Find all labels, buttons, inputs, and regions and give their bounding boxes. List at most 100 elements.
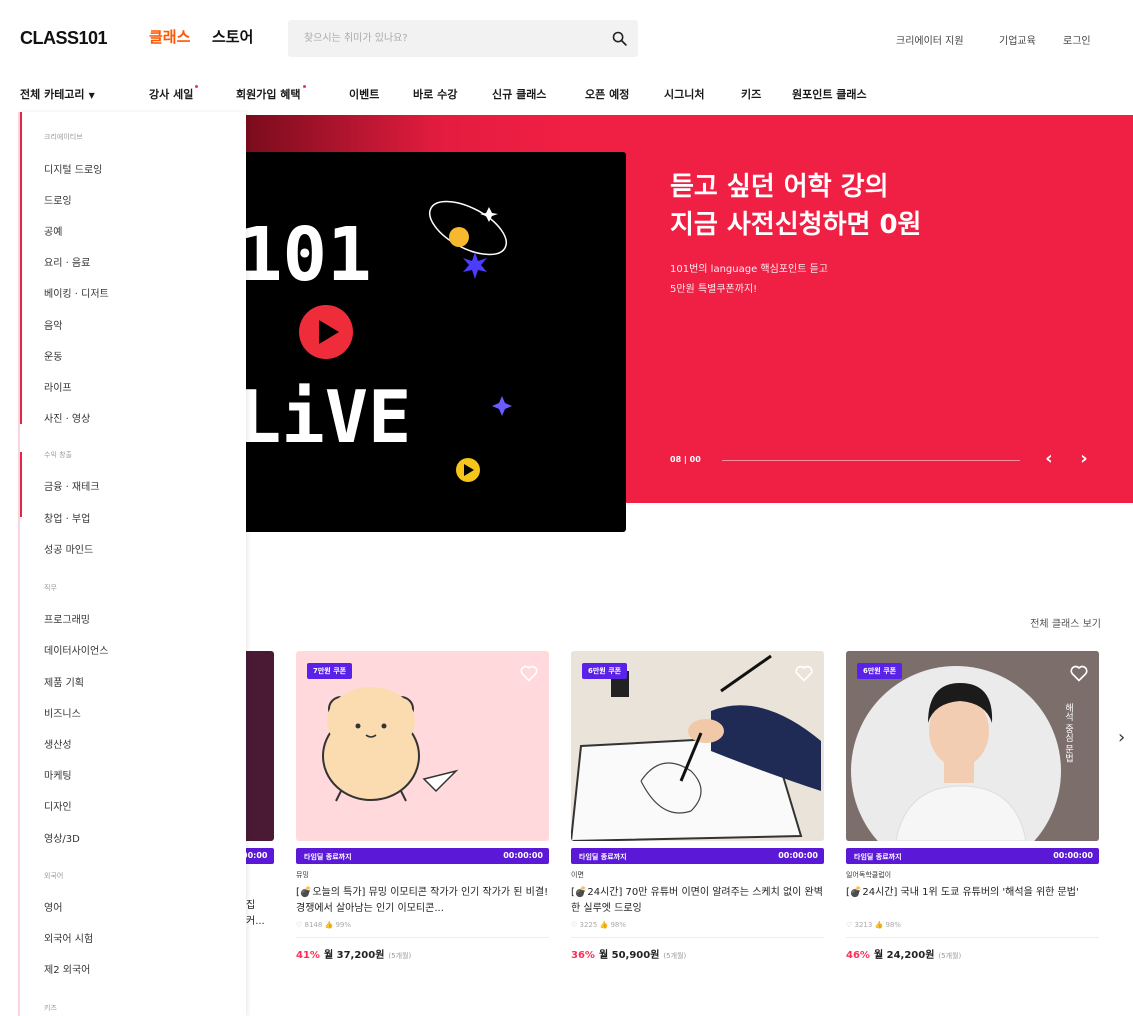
dropdown-item[interactable]: 음악: [44, 317, 62, 332]
dropdown-item[interactable]: 베이킹 · 디저트: [44, 285, 109, 300]
portrait-illustration: 해석 중심 문법: [846, 651, 1099, 841]
heart-icon[interactable]: [1069, 663, 1089, 683]
timedeal-bar: 타임딜 종료까지 00:00:00: [571, 848, 824, 864]
nav-item-event[interactable]: 이벤트: [349, 86, 379, 102]
partial-timer: 00:00: [242, 848, 274, 864]
class-stats: ♡ 3213 👍 98%: [846, 921, 902, 929]
dropdown-item[interactable]: 외국어 시험: [44, 930, 93, 945]
dropdown-item[interactable]: 디자인: [44, 798, 72, 813]
login-link[interactable]: 로그인: [1063, 32, 1091, 47]
dropdown-item[interactable]: 창업 · 부업: [44, 510, 90, 525]
hero-slide-counter: 08 | 00: [670, 455, 701, 464]
nav-item-instructor-sale[interactable]: 강사 세일: [149, 85, 199, 102]
group-label-language: 외국어: [44, 872, 64, 880]
class-stats: ♡ 3225 👍 98%: [571, 921, 627, 929]
dropdown-item[interactable]: 제2 외국어: [44, 961, 90, 976]
category-nav: 전체 카테고리 ▼ 강사 세일 회원가입 혜택 이벤트 바로 수강 신규 클래스 …: [0, 80, 1133, 110]
nav-item-instant[interactable]: 바로 수강: [413, 86, 457, 102]
tab-store[interactable]: 스토어: [212, 26, 253, 47]
coupon-badge: 7만원 쿠폰: [307, 663, 353, 679]
partial-class-card[interactable]: [246, 651, 274, 841]
partial-title-2: 커...: [246, 916, 265, 927]
divider: [296, 937, 549, 938]
group-label-revenue: 수익 창출: [44, 451, 72, 459]
dropdown-item[interactable]: 공예: [44, 223, 62, 238]
dropdown-item[interactable]: 생산성: [44, 736, 72, 751]
dropdown-item[interactable]: 운동: [44, 348, 62, 363]
dropdown-item[interactable]: 사진 · 영상: [44, 410, 90, 425]
nav-item-new[interactable]: 신규 클래스: [492, 86, 546, 102]
creator-support-link[interactable]: 크리에이터 지원: [896, 32, 964, 47]
carousel-next-button[interactable]: ›: [1118, 727, 1125, 748]
dropdown-item[interactable]: 성공 마인드: [44, 541, 93, 556]
tab-class[interactable]: 클래스: [149, 26, 190, 47]
category-dropdown: 크리에이티브 디지털 드로잉 드로잉 공예 요리 · 음료 베이킹 · 디저트 …: [18, 112, 246, 1016]
heart-icon[interactable]: [519, 663, 539, 683]
creator-name: 뮤밍: [296, 871, 309, 879]
svg-text:LiVE: LiVE: [246, 375, 411, 459]
corporate-education-link[interactable]: 기업교육: [999, 32, 1036, 47]
dropdown-item[interactable]: 라이프: [44, 379, 72, 394]
caret-down-icon: ▼: [88, 91, 95, 100]
dropdown-accent-bar: [20, 112, 22, 424]
divider: [846, 937, 1099, 938]
dropdown-item[interactable]: 영어: [44, 899, 62, 914]
hero-progress-track: [722, 460, 1020, 461]
svg-text:해석 중심 문법: 해석 중심 문법: [1063, 703, 1073, 763]
bear-illustration: [322, 687, 459, 802]
dropdown-item[interactable]: 드로잉: [44, 192, 72, 207]
class-card[interactable]: 해석 중심 문법 6만원 쿠폰 타임딜 종료까지 00:00:00 일어독학클럽…: [846, 651, 1099, 961]
class-card-image[interactable]: 6만원 쿠폰: [571, 651, 824, 841]
logo[interactable]: CLASS101: [20, 28, 108, 49]
class-card[interactable]: 6만원 쿠폰 타임딜 종료까지 00:00:00 이면 [💣24시간] 70만 …: [571, 651, 824, 961]
dropdown-item[interactable]: 비즈니스: [44, 705, 81, 720]
header: CLASS101 클래스 스토어 크리에이터 지원 기업교육 로그인: [0, 0, 1133, 78]
dropdown-accent-bar: [20, 452, 22, 517]
timedeal-bar: 타임딜 종료까지 00:00:00: [846, 848, 1099, 864]
class-title[interactable]: [💣오늘의 특가] 뮤밍 이모티콘 작가가 인기 작가가 된 비결! 경쟁에서 …: [296, 885, 549, 917]
heart-icon[interactable]: [794, 663, 814, 683]
hero-subtitle: 101번의 language 핵심포인트 듣고 5만원 특별쿠폰까지!: [670, 264, 828, 295]
coupon-badge: 6만원 쿠폰: [582, 663, 628, 679]
hero-prev-button[interactable]: ‹: [1038, 448, 1060, 472]
class-card-image[interactable]: 해석 중심 문법 6만원 쿠폰: [846, 651, 1099, 841]
all-categories-button[interactable]: 전체 카테고리 ▼: [20, 86, 95, 102]
nav-item-signature[interactable]: 시그니처: [664, 86, 704, 102]
search-box: [288, 20, 638, 57]
group-label-job: 직무: [44, 584, 57, 592]
hero-image[interactable]: 101 LiVE: [246, 152, 626, 532]
dropdown-item[interactable]: 데이터사이언스: [44, 642, 108, 657]
dropdown-item[interactable]: 마케팅: [44, 767, 72, 782]
timedeal-bar: 타임딜 종료까지 00:00:00: [296, 848, 549, 864]
nav-item-kids[interactable]: 키즈: [741, 86, 761, 102]
dropdown-item[interactable]: 금융 · 재테크: [44, 478, 100, 493]
dropdown-item[interactable]: 요리 · 음료: [44, 254, 90, 269]
new-dot: [302, 85, 306, 88]
class-stats: ♡ 8148 👍 99%: [296, 921, 352, 929]
dropdown-item[interactable]: 프로그래밍: [44, 611, 90, 626]
search-input[interactable]: [288, 20, 588, 57]
divider: [571, 937, 824, 938]
dropdown-item[interactable]: 디지털 드로잉: [44, 161, 102, 176]
partial-title-1: 집: [246, 900, 256, 911]
sketch-illustration: [571, 651, 824, 841]
class-title[interactable]: [💣24시간] 70만 유튜버 이면이 알려주는 스케치 없이 완벽한 실루엣 …: [571, 885, 824, 917]
svg-text:101: 101: [246, 212, 372, 298]
class-title[interactable]: [💣24시간] 국내 1위 도쿄 유튜버의 '해석을 위한 문법': [846, 885, 1099, 917]
search-icon[interactable]: [611, 30, 628, 47]
group-label-creative: 크리에이티브: [44, 133, 83, 141]
nav-item-signup-benefit[interactable]: 회원가입 혜택: [236, 85, 306, 102]
class-price: 36% 월 50,900원 (5개월): [571, 950, 687, 961]
class-card[interactable]: 7만원 쿠폰 타임딜 종료까지 00:00:00 뮤밍 [💣오늘의 특가] 뮤밍…: [296, 651, 549, 961]
class-price: 46% 월 24,200원 (5개월): [846, 950, 962, 961]
dropdown-item[interactable]: 제품 기획: [44, 674, 84, 689]
dropdown-item[interactable]: 영상/3D: [44, 830, 80, 845]
hero-next-button[interactable]: ›: [1073, 448, 1095, 472]
see-all-classes-link[interactable]: 전체 클래스 보기: [1030, 615, 1101, 630]
class-card-image[interactable]: 7만원 쿠폰: [296, 651, 549, 841]
live-illustration: 101 LiVE: [246, 200, 512, 482]
hero-title[interactable]: 듣고 싶던 어학 강의 지금 사전신청하면 0원: [670, 168, 921, 244]
group-label-kids: 키즈: [44, 1004, 57, 1012]
nav-item-onepoint[interactable]: 원포인트 클래스: [792, 86, 867, 102]
nav-item-upcoming[interactable]: 오픈 예정: [585, 86, 629, 102]
